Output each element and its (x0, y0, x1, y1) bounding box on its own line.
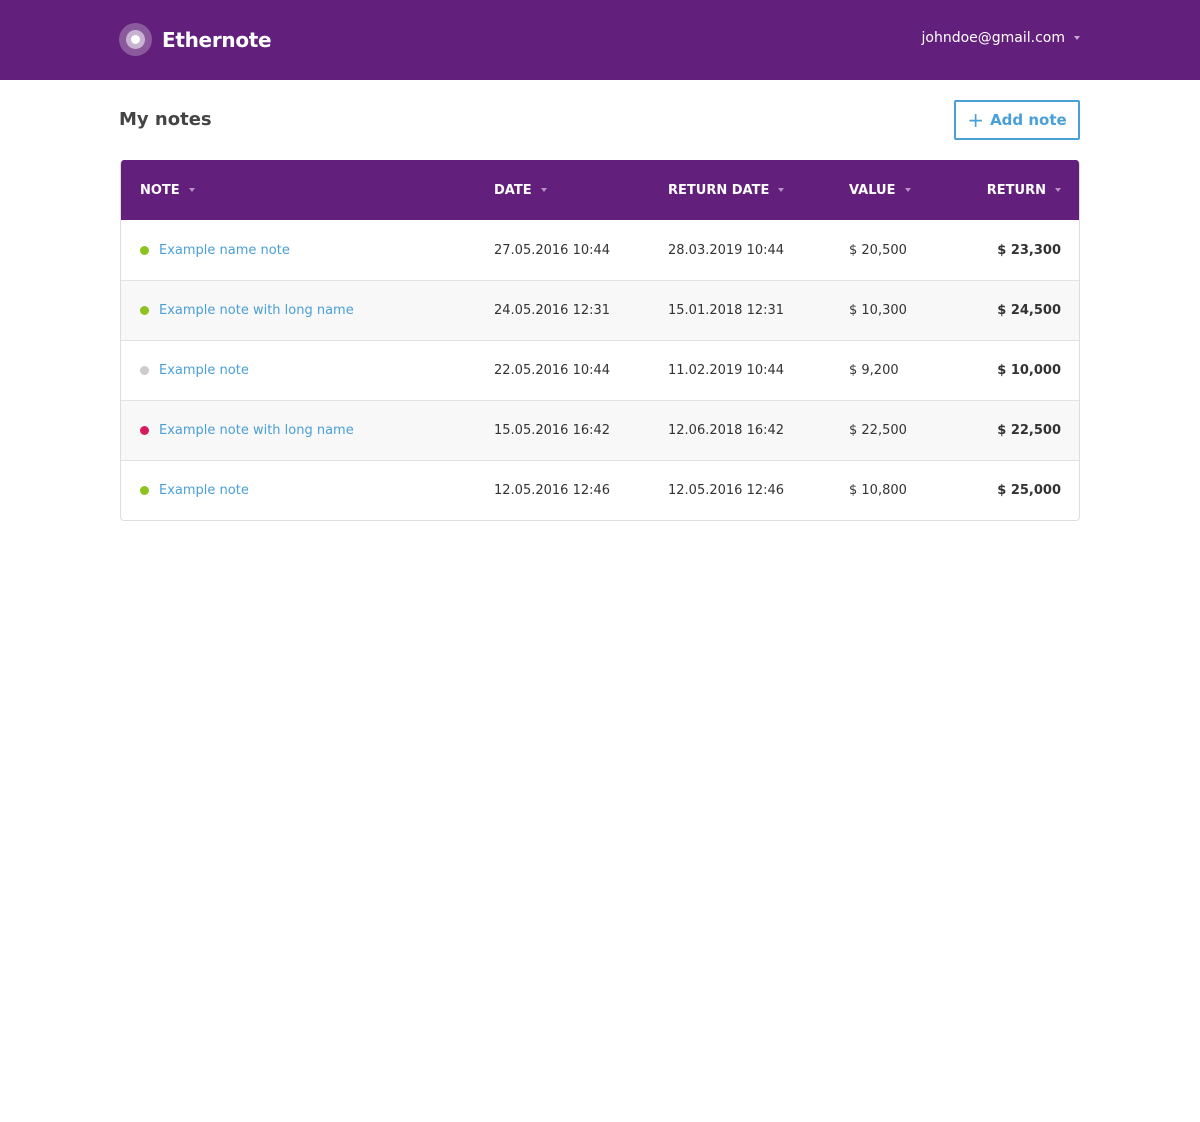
return-date-cell: 12.06.2018 16:42 (668, 423, 785, 438)
value-cell: $ 22,500 (849, 423, 907, 438)
value-cell: $ 20,500 (849, 242, 907, 258)
date-cell: 15.05.2016 16:42 (494, 423, 611, 438)
column-header-label: NOTE (140, 182, 180, 198)
note-cell: Example note with long name (121, 423, 494, 438)
date-cell: 24.05.2016 12:31 (494, 303, 611, 318)
note-cell: Example note with long name (121, 303, 494, 318)
date-cell: 12.05.2016 12:46 (494, 483, 611, 498)
return-date-cell: 12.05.2016 12:46 (668, 483, 785, 498)
status-dot-icon (140, 426, 149, 435)
app-name: Ethernote (162, 27, 272, 52)
return-date-cell: 28.03.2019 10:44 (668, 242, 785, 258)
sort-icon (540, 188, 547, 192)
column-header-label: VALUE (849, 182, 896, 198)
value-cell: $ 9,200 (849, 363, 899, 378)
page-title: My notes (119, 109, 212, 130)
column-header-date[interactable]: DATE (494, 183, 668, 198)
table-row: Example note with long name 24.05.2016 1… (121, 280, 1079, 340)
user-menu[interactable]: johndoe@gmail.com (921, 30, 1080, 46)
status-dot-icon (140, 366, 149, 375)
table-row: Example name note 27.05.2016 10:44 28.03… (121, 220, 1079, 280)
value-cell: $ 10,300 (849, 303, 907, 318)
status-dot-icon (140, 306, 149, 315)
return-date-cell: 11.02.2019 10:44 (668, 363, 785, 378)
sort-icon (904, 188, 911, 192)
column-header-label: RETURN (986, 182, 1046, 198)
return-cell: $ 22,500 (997, 423, 1061, 438)
return-date-cell: 15.01.2018 12:31 (668, 303, 785, 318)
table-header: NOTE DATE RETURN DATE VALUE RETURN (121, 160, 1079, 220)
note-link[interactable]: Example note (159, 363, 249, 378)
note-link[interactable]: Example note with long name (159, 423, 354, 438)
date-cell: 27.05.2016 10:44 (494, 242, 611, 258)
column-header-return[interactable]: RETURN (969, 183, 1061, 198)
user-email: johndoe@gmail.com (921, 30, 1066, 46)
note-cell: Example note (121, 363, 494, 378)
sort-icon (1055, 188, 1061, 192)
sort-icon (778, 188, 785, 192)
notes-table: NOTE DATE RETURN DATE VALUE RETURN Examp… (120, 160, 1080, 521)
note-link[interactable]: Example note (159, 483, 249, 498)
return-cell: $ 24,500 (997, 303, 1061, 318)
column-header-note[interactable]: NOTE (121, 183, 494, 198)
top-bar: Ethernote johndoe@gmail.com (0, 0, 1200, 80)
table-body: Example name note 27.05.2016 10:44 28.03… (121, 220, 1079, 520)
status-dot-icon (140, 245, 149, 255)
logo-icon (119, 23, 152, 56)
column-header-label: RETURN DATE (668, 182, 770, 198)
plus-icon: + (967, 108, 985, 132)
note-link[interactable]: Example name note (159, 243, 290, 258)
column-header-return-date[interactable]: RETURN DATE (668, 183, 849, 198)
table-row: Example note with long name 15.05.2016 1… (121, 400, 1079, 460)
value-cell: $ 10,800 (849, 483, 907, 498)
date-cell: 22.05.2016 10:44 (494, 363, 611, 378)
add-note-button[interactable]: + Add note (954, 100, 1080, 140)
column-header-value[interactable]: VALUE (849, 183, 969, 198)
return-cell: $ 23,300 (997, 242, 1061, 258)
table-row: Example note 22.05.2016 10:44 11.02.2019… (121, 340, 1079, 400)
note-cell: Example note (121, 483, 494, 498)
note-cell: Example name note (121, 243, 494, 258)
sort-icon (188, 188, 195, 192)
return-cell: $ 25,000 (997, 483, 1061, 498)
logo[interactable]: Ethernote (119, 23, 272, 56)
add-note-label: Add note (990, 111, 1067, 129)
status-dot-icon (140, 486, 149, 495)
note-link[interactable]: Example note with long name (159, 303, 354, 318)
table-row: Example note 12.05.2016 12:46 12.05.2016… (121, 460, 1079, 520)
return-cell: $ 10,000 (997, 363, 1061, 378)
chevron-down-icon (1074, 36, 1080, 40)
column-header-label: DATE (494, 182, 532, 198)
